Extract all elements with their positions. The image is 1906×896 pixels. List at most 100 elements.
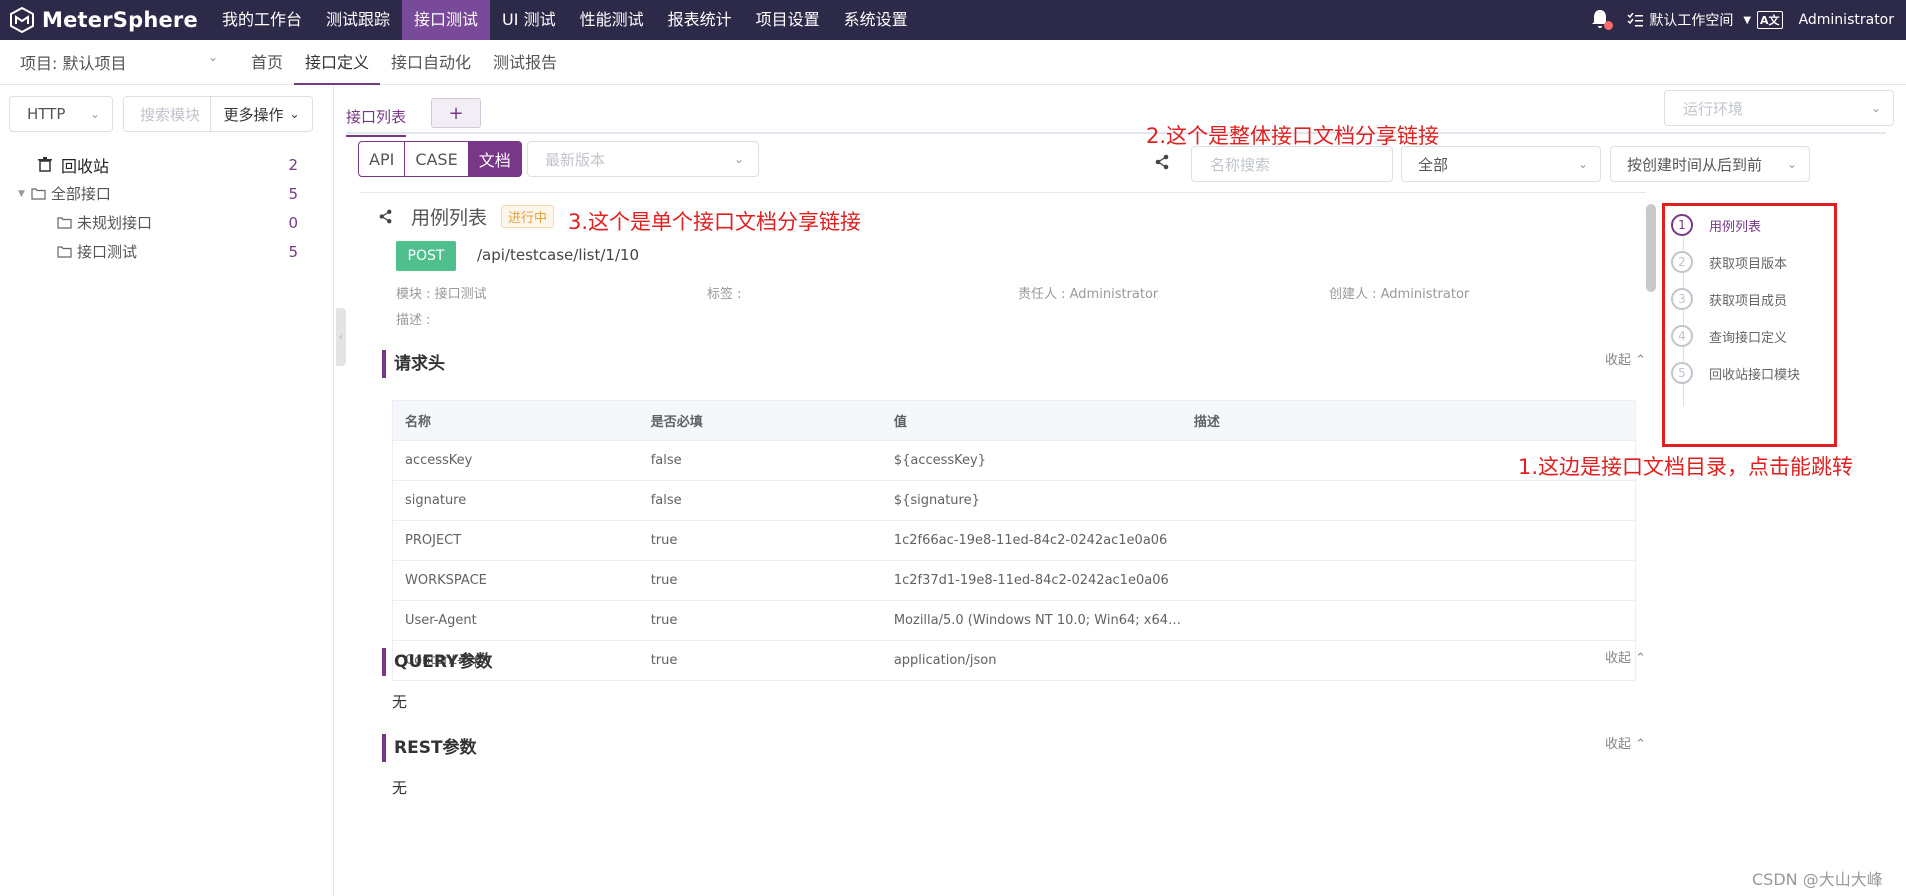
module-sidebar: HTTP ⌄ 搜索模块 更多操作 ⌄ 回收站 2 ▼ 全部接口 5 未规划接口 … <box>0 86 334 896</box>
toc-step-number: 5 <box>1671 362 1693 384</box>
project-selector[interactable]: 项目: 默认项目 ⌄ <box>0 50 230 74</box>
nav-item-1[interactable]: 测试跟踪 <box>314 0 402 40</box>
add-tab-button[interactable]: + <box>431 98 481 128</box>
table-row: PROJECT true 1c2f66ac-19e8-11ed-84c2-0242a… <box>392 520 1636 561</box>
table-cell: PROJECT <box>392 520 639 561</box>
language-switch-icon[interactable]: A文 <box>1757 11 1783 29</box>
toc-item-label: 获取项目版本 <box>1709 256 1788 272</box>
annotation-share-all: 2.这个是整体接口文档分享链接 <box>1146 124 1440 148</box>
chevron-down-icon: ⌄ <box>207 50 218 64</box>
toc-item[interactable]: 3 获取项目成员 <box>1671 288 1787 310</box>
column-header: 名称 <box>392 400 639 441</box>
chevron-down-icon: ⌄ <box>1870 101 1881 115</box>
sort-select[interactable]: 按创建时间从后到前 ⌄ <box>1610 146 1810 182</box>
tree-item-label: 回收站 <box>61 156 110 176</box>
project-selector-label: 项目: 默认项目 <box>20 54 127 73</box>
sort-value: 按创建时间从后到前 <box>1627 155 1763 174</box>
toc-item[interactable]: 1 用例列表 <box>1671 214 1761 236</box>
api-doc-panel: 用例列表 进行中 POST /api/testcase/list/1/10 模块… <box>360 192 1646 896</box>
table-cell: true <box>638 640 882 681</box>
nav-item-2[interactable]: 接口测试 <box>402 0 491 40</box>
column-header: 值 <box>881 400 1182 441</box>
protocol-select[interactable]: HTTP ⌄ <box>9 96 113 132</box>
nav-item-7[interactable]: 系统设置 <box>832 0 920 40</box>
subtab-3[interactable]: 测试报告 <box>482 40 568 85</box>
collapse-rest-button[interactable]: 收起 ⌃ <box>1605 733 1646 752</box>
toc-item[interactable]: 4 查询接口定义 <box>1671 325 1787 347</box>
folder-icon <box>57 217 72 229</box>
environment-select[interactable]: 运行环境 ⌄ <box>1664 90 1894 126</box>
workspace-selector[interactable]: 默认工作空间 <box>1649 10 1733 30</box>
toc-item[interactable]: 5 回收站接口模块 <box>1671 362 1800 384</box>
tree-item-trash[interactable]: 回收站 2 <box>0 150 334 179</box>
mode-button-1[interactable]: CASE <box>405 141 469 177</box>
app-logo[interactable]: MeterSphere <box>0 0 210 40</box>
collapse-label: 收起 <box>1604 737 1631 752</box>
table-body: accessKey false ${accessKey} signature false… <box>392 440 1636 681</box>
chevron-down-icon: ⌄ <box>733 152 744 166</box>
toc-step-number: 2 <box>1671 251 1693 273</box>
module-search-input[interactable]: 搜索模块 <box>123 96 211 132</box>
nav-item-0[interactable]: 我的工作台 <box>210 0 314 40</box>
nav-item-4[interactable]: 性能测试 <box>568 0 656 40</box>
share-single-doc-icon[interactable] <box>378 209 393 224</box>
table-cell: false <box>638 480 882 521</box>
tree-item-api-test[interactable]: 接口测试 5 <box>0 237 334 266</box>
table-cell: ${accessKey} <box>881 440 1182 481</box>
share-all-docs-icon[interactable] <box>1154 154 1170 170</box>
section-title-query: QUERY参数 <box>382 648 492 676</box>
subtab-2[interactable]: 接口自动化 <box>380 40 482 85</box>
caret-down-icon[interactable]: ▼ <box>18 189 25 199</box>
tree-item-unplanned[interactable]: 未规划接口 0 <box>0 208 334 237</box>
sub-header: 项目: 默认项目 ⌄ 首页 接口定义 接口自动化 测试报告 <box>0 40 1906 85</box>
meta-owner: 责任人 : Administrator <box>1018 287 1159 302</box>
collapse-query-button[interactable]: 收起 ⌃ <box>1605 647 1646 666</box>
toc-item[interactable]: 2 获取项目版本 <box>1671 251 1787 273</box>
table-cell <box>1181 560 1636 601</box>
filter-select[interactable]: 全部 ⌄ <box>1401 146 1601 182</box>
mode-button-2[interactable]: 文档 <box>468 141 522 177</box>
api-tabs-bar: 接口列表 + 运行环境 ⌄ <box>346 86 1894 137</box>
subtab-0[interactable]: 首页 <box>240 40 294 85</box>
toc-item-label: 回收站接口模块 <box>1709 367 1801 383</box>
name-search-input[interactable]: 名称搜索 <box>1191 146 1393 182</box>
tree-item-count: 5 <box>288 184 298 203</box>
doc-header: 用例列表 进行中 <box>378 203 555 230</box>
doc-scrollbar[interactable] <box>1646 204 1656 292</box>
tree-item-label: 未规划接口 <box>77 214 153 232</box>
version-select[interactable]: 最新版本 ⌄ <box>527 141 759 177</box>
user-menu[interactable]: Administrator <box>1799 12 1894 28</box>
table-cell: application/json <box>881 640 1182 681</box>
table-cell <box>1181 640 1636 681</box>
table-header-row: 名称 是否必填值描述 <box>392 400 1636 441</box>
subtab-1[interactable]: 接口定义 <box>294 40 381 85</box>
notification-bell-icon[interactable] <box>1591 9 1614 31</box>
meta-module: 模块 : 接口测试 <box>396 287 487 302</box>
notification-dot <box>1604 21 1614 30</box>
table-cell: true <box>638 560 882 601</box>
section-title-rest: REST参数 <box>382 734 477 762</box>
workspace-caret-icon[interactable]: ▼ <box>1743 15 1751 26</box>
more-actions-button[interactable]: 更多操作 ⌄ <box>211 96 313 132</box>
toc-item-label: 用例列表 <box>1709 219 1762 235</box>
collapse-headers-button[interactable]: 收起 ⌃ <box>1605 349 1646 368</box>
tab-api-list[interactable]: 接口列表 <box>346 100 407 137</box>
tree-item-all-apis[interactable]: ▼ 全部接口 5 <box>0 179 334 208</box>
sidebar-controls: HTTP ⌄ 搜索模块 更多操作 ⌄ <box>9 96 313 132</box>
sidebar-collapse-handle[interactable]: ‹ <box>336 308 346 366</box>
nav-item-6[interactable]: 项目设置 <box>744 0 832 40</box>
sub-tabs: 首页 接口定义 接口自动化 测试报告 <box>240 40 568 85</box>
table-cell: ${signature} <box>881 480 1182 521</box>
toc-step-number: 3 <box>1671 288 1693 310</box>
toc-item-label: 查询接口定义 <box>1709 330 1788 346</box>
nav-item-5[interactable]: 报表统计 <box>656 0 744 40</box>
table-row: User-Agent true Mozilla/5.0 (Windows NT 10… <box>392 600 1636 641</box>
section-title-headers: 请求头 <box>382 350 445 378</box>
mode-button-0[interactable]: API <box>358 141 406 177</box>
table-cell: accessKey <box>392 440 639 481</box>
nav-item-3[interactable]: UI 测试 <box>490 0 568 40</box>
trash-icon <box>38 157 52 172</box>
column-header: 描述 <box>1181 400 1636 441</box>
table-cell: 1c2f37d1-19e8-11ed-84c2-0242ac1e0a06 <box>881 560 1182 601</box>
tree-item-count: 2 <box>288 155 298 174</box>
